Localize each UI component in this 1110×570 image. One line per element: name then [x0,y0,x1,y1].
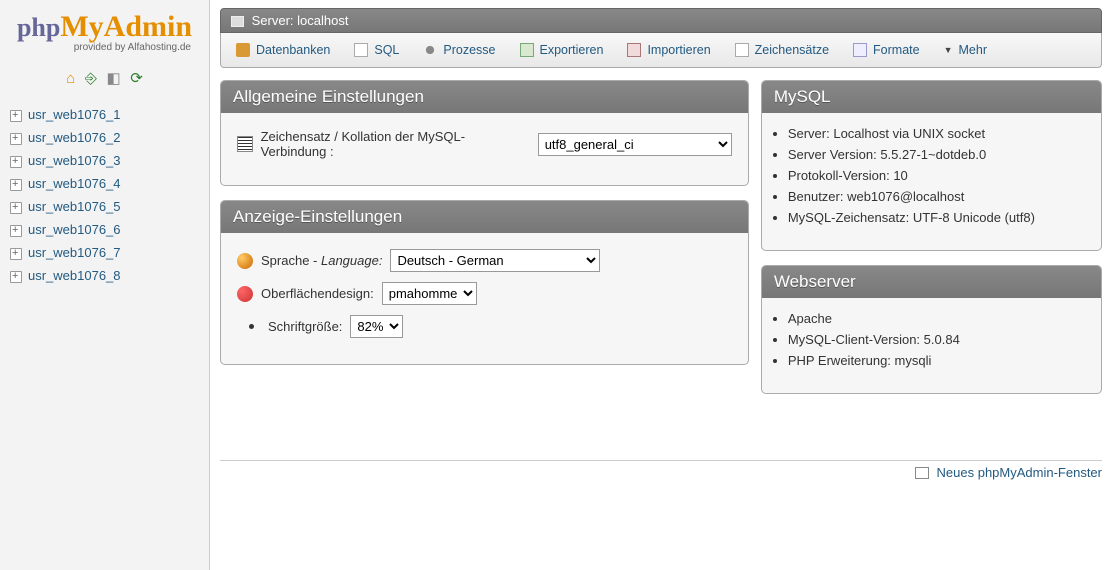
db-link[interactable]: usr_web1076_4 [28,176,121,191]
info-item: PHP Erweiterung: mysqli [788,350,1101,371]
info-item: Apache [788,308,1101,329]
webserver-info-list: Apache MySQL-Client-Version: 5.0.84 PHP … [762,308,1101,371]
language-icon [237,253,253,269]
db-link[interactable]: usr_web1076_2 [28,130,121,145]
reload-icon[interactable]: ⟳ [130,70,143,87]
expand-icon[interactable] [10,202,22,214]
db-item[interactable]: usr_web1076_8 [6,264,209,287]
theme-select[interactable]: pmahomme [382,282,477,305]
db-link[interactable]: usr_web1076_7 [28,245,121,260]
tab-label: Zeichensätze [755,43,829,57]
expand-icon[interactable] [10,271,22,283]
process-icon [423,43,437,57]
new-window-icon [917,469,929,479]
expand-icon[interactable] [10,225,22,237]
panel-heading: MySQL [762,81,1101,113]
info-item: MySQL-Client-Version: 5.0.84 [788,329,1101,350]
panel-heading: Webserver [762,266,1101,298]
expand-icon[interactable] [10,156,22,168]
panel-heading: Anzeige-Einstellungen [221,201,748,233]
expand-icon[interactable] [10,110,22,122]
collation-select[interactable]: utf8_general_ci [538,133,732,156]
panel-display-settings: Anzeige-Einstellungen Sprache - Language… [220,200,749,365]
collation-icon [237,136,253,152]
logo-php: php [17,13,60,42]
chevron-down-icon: ▼ [944,45,953,55]
db-link[interactable]: usr_web1076_5 [28,199,121,214]
language-label: Sprache - Language: [261,253,382,268]
db-item[interactable]: usr_web1076_2 [6,126,209,149]
db-item[interactable]: usr_web1076_1 [6,103,209,126]
db-link[interactable]: usr_web1076_3 [28,153,121,168]
fontsize-select[interactable]: 82% [350,315,403,338]
tab-zeichensaetze[interactable]: Zeichensätze [724,37,840,63]
expand-icon[interactable] [10,179,22,191]
panel-general-settings: Allgemeine Einstellungen Zeichensatz / K… [220,80,749,186]
nav-icon-bar: ⌂ ⎆ ◧ ⟳ [0,63,209,103]
db-item[interactable]: usr_web1076_6 [6,218,209,241]
tab-label: SQL [374,43,399,57]
expand-icon[interactable] [10,133,22,145]
breadcrumb-label[interactable]: Server: localhost [252,13,349,28]
tab-importieren[interactable]: Importieren [616,37,721,63]
tab-bar: Datenbanken SQL Prozesse Exportieren Imp… [220,33,1102,68]
import-icon [627,43,641,57]
db-link[interactable]: usr_web1076_6 [28,222,121,237]
panel-heading: Allgemeine Einstellungen [221,81,748,113]
main-panel: Server: localhost Datenbanken SQL Prozes… [210,0,1110,570]
theme-label: Oberflächendesign: [261,286,374,301]
info-item: MySQL-Zeichensatz: UTF-8 Unicode (utf8) [788,207,1101,228]
tab-exportieren[interactable]: Exportieren [509,37,615,63]
tab-label: Mehr [959,43,987,57]
db-item[interactable]: usr_web1076_5 [6,195,209,218]
database-list: usr_web1076_1 usr_web1076_2 usr_web1076_… [0,103,209,287]
tab-label: Datenbanken [256,43,330,57]
tab-datenbanken[interactable]: Datenbanken [225,37,341,63]
logo-admin: Admin [104,10,192,43]
tab-prozesse[interactable]: Prozesse [412,37,506,63]
tab-label: Importieren [647,43,710,57]
language-select[interactable]: Deutsch - German [390,249,600,272]
collation-label: Zeichensatz / Kollation der MySQL-Verbin… [261,129,530,159]
info-item: Benutzer: web1076@localhost [788,186,1101,207]
db-item[interactable]: usr_web1076_4 [6,172,209,195]
fontsize-label: Schriftgröße: [268,319,342,334]
theme-icon [237,286,253,302]
charset-icon [735,43,749,57]
info-item: Server Version: 5.5.27-1~dotdeb.0 [788,144,1101,165]
exit-icon[interactable]: ⎆ [85,70,97,87]
info-item: Server: Localhost via UNIX socket [788,123,1101,144]
tab-sql[interactable]: SQL [343,37,410,63]
format-icon [853,43,867,57]
expand-icon[interactable] [10,248,22,260]
tab-mehr[interactable]: ▼ Mehr [933,37,998,63]
tab-label: Exportieren [540,43,604,57]
db-link[interactable]: usr_web1076_1 [28,107,121,122]
logo[interactable]: phpMyAdmin [0,0,209,46]
server-icon [231,16,244,27]
bullet-icon [249,324,254,329]
breadcrumb: Server: localhost [220,8,1102,33]
panel-mysql: MySQL Server: Localhost via UNIX socket … [761,80,1102,251]
database-icon [236,43,250,57]
mysql-info-list: Server: Localhost via UNIX socket Server… [762,123,1101,228]
sidebar: phpMyAdmin provided by Alfahosting.de ⌂ … [0,0,210,570]
export-icon [520,43,534,57]
info-item: Protokoll-Version: 10 [788,165,1101,186]
tab-label: Formate [873,43,920,57]
sql-tab-icon [354,43,368,57]
tab-formate[interactable]: Formate [842,37,931,63]
db-item[interactable]: usr_web1076_3 [6,149,209,172]
home-icon[interactable]: ⌂ [66,70,75,87]
tab-label: Prozesse [443,43,495,57]
db-link[interactable]: usr_web1076_8 [28,268,121,283]
sql-icon[interactable]: ◧ [106,70,120,87]
panel-webserver: Webserver Apache MySQL-Client-Version: 5… [761,265,1102,394]
footer: Neues phpMyAdmin-Fenster [220,460,1102,480]
logo-my: My [60,10,103,43]
db-item[interactable]: usr_web1076_7 [6,241,209,264]
new-window-link[interactable]: Neues phpMyAdmin-Fenster [937,465,1102,480]
